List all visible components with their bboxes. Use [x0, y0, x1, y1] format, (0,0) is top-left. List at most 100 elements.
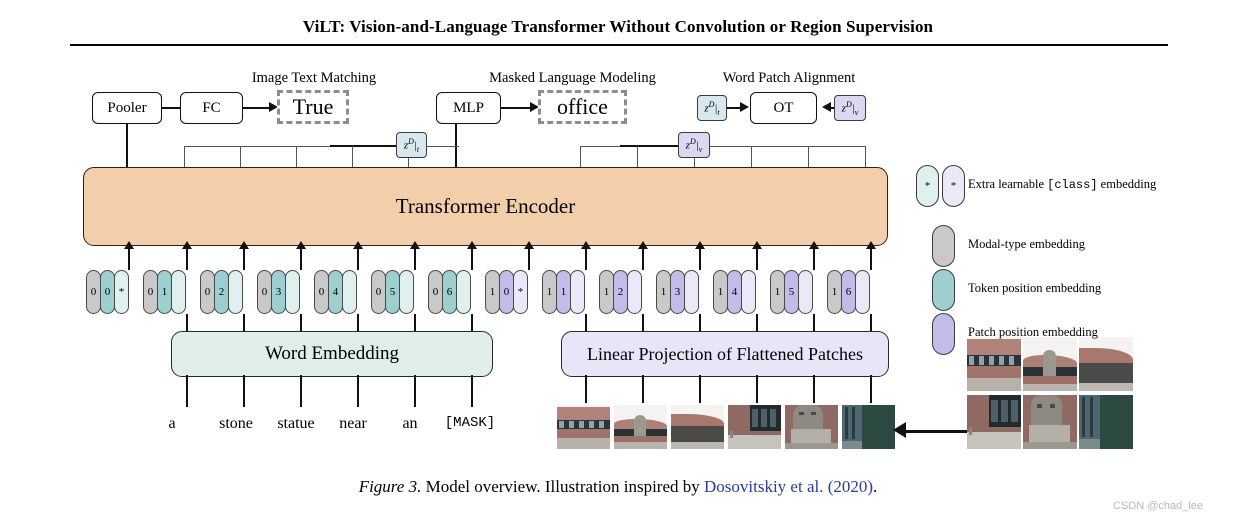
lp-down-line-5 [813, 375, 816, 403]
word-embedding-label: Word Embedding [264, 343, 400, 364]
enc-in-line-9 [642, 248, 645, 270]
wpa-text-chip-sup: D [708, 99, 715, 109]
linear-projection-box[interactable]: Linear Projection of Flattened Patches [561, 331, 889, 377]
wpa-visual-chip-sup: D [845, 99, 852, 109]
class-embedding-pill-patch-1 [570, 270, 585, 314]
class-embedding-pill-patch-3 [684, 270, 699, 314]
transformer-encoder-box[interactable]: Transformer Encoder [83, 167, 888, 246]
modal-type-pill-text-4: 0 [314, 270, 329, 314]
modal-type-pill-text-0: 0 [86, 270, 101, 314]
mlp-box[interactable]: MLP [436, 92, 501, 124]
linear-projection-label: Linear Projection of Flattened Patches [587, 343, 863, 364]
lp-down-line-3 [699, 375, 702, 403]
input-word-5: [MASK] [444, 415, 496, 431]
patch-token-group-5: 15 [770, 270, 813, 314]
lp-down-line-1 [585, 375, 588, 403]
modal-type-pill-text-5: 0 [371, 270, 386, 314]
token-position-pill-2: 2 [214, 270, 229, 314]
text-output-chip: zD|t [396, 132, 427, 158]
source-cell-6 [1079, 395, 1133, 449]
fc-box[interactable]: FC [180, 92, 243, 124]
legend: * * Extra learnable [class] embedding Modal… [908, 165, 1234, 355]
ot-box[interactable]: OT [750, 92, 817, 124]
enc-in-line-12 [813, 248, 816, 270]
transformer-encoder-label: Transformer Encoder [395, 194, 576, 218]
wpa-right-arrowhead [822, 102, 831, 112]
class-embedding-pill-patch-4 [741, 270, 756, 314]
wpa-visual-chip: zD|v [834, 95, 866, 121]
class-embedding-pill-text-5 [399, 270, 414, 314]
class-embedding-pill-patch-0: * [513, 270, 528, 314]
visual-out-tick-5 [865, 146, 867, 169]
head-label-masked-language-modeling: Masked Language Modeling [489, 70, 656, 86]
we-down-line-2 [243, 375, 246, 407]
token-position-pill-1: 1 [157, 270, 172, 314]
lp-down-line-4 [756, 375, 759, 403]
enc-in-arrow-10 [695, 241, 705, 249]
text-token-group-0: 0 0 * [86, 270, 129, 314]
enc-in-arrow-8 [581, 241, 591, 249]
itm-output-true: True [277, 90, 349, 124]
we-up-line-6 [471, 314, 474, 332]
text-output-chip-sub: t [416, 144, 420, 154]
word-embedding-box[interactable]: Word Embedding [171, 331, 493, 377]
enc-in-line-6 [471, 248, 474, 270]
caption-figure-number: Figure 3. [358, 477, 422, 496]
pooler-box[interactable]: Pooler [92, 92, 162, 124]
patch-token-group-6: 16 [827, 270, 870, 314]
we-up-line-5 [414, 314, 417, 332]
text-out-tick-3 [352, 146, 354, 169]
we-down-line-1 [186, 375, 189, 407]
text-out-tick-2 [296, 146, 298, 169]
text-output-chip-sup: D [408, 136, 414, 146]
source-cell-4 [967, 395, 1021, 449]
class-embedding-pill-text-1 [171, 270, 186, 314]
text-out-tick-1 [240, 146, 242, 169]
enc-in-arrow-13 [866, 241, 876, 249]
caption-period: . [873, 477, 878, 496]
class-embedding-pill-patch-6 [855, 270, 870, 314]
enc-in-line-11 [756, 248, 759, 270]
lp-up-line-1 [585, 314, 588, 332]
patch-thumb-6 [842, 405, 895, 449]
we-up-line-3 [300, 314, 303, 332]
watermark: CSDN @chad_lee [1113, 500, 1204, 512]
source-image-grid [967, 337, 1134, 449]
figure-caption: Figure 3. Model overview. Illustration i… [0, 477, 1236, 497]
text-token-group-1: 01 [143, 270, 186, 314]
lp-up-line-5 [813, 314, 816, 332]
mlp-to-office-line [501, 107, 530, 110]
enc-in-line-0 [128, 248, 131, 270]
enc-in-line-8 [585, 248, 588, 270]
enc-in-arrow-6 [467, 241, 477, 249]
patch-position-pill-2: 2 [613, 270, 628, 314]
we-up-line-2 [243, 314, 246, 332]
token-position-pill-5: 5 [385, 270, 400, 314]
text-token-group-6: 06 [428, 270, 471, 314]
enc-in-arrow-12 [809, 241, 819, 249]
legend-row-0: * * Extra learnable [class] embedding [908, 165, 1234, 211]
enc-in-arrow-1 [182, 241, 192, 249]
enc-in-line-5 [414, 248, 417, 270]
legend-pill-0-1: * [942, 165, 965, 207]
patch-thumb-1 [557, 405, 610, 449]
we-up-line-1 [186, 314, 189, 332]
modal-type-pill-text-6: 0 [428, 270, 443, 314]
patch-token-group-2: 12 [599, 270, 642, 314]
enc-in-line-3 [300, 248, 303, 270]
text-token-group-2: 02 [200, 270, 243, 314]
fc-to-true-line [243, 107, 269, 110]
text-out-tick-0 [184, 146, 186, 169]
patch-position-pill-1: 1 [556, 270, 571, 314]
modal-type-pill-patch-3: 1 [656, 270, 671, 314]
patch-position-pill-6: 6 [841, 270, 856, 314]
caption-citation-link[interactable]: Dosovitskiy et al. (2020) [704, 477, 873, 496]
lp-up-line-4 [756, 314, 759, 332]
head-label-image-text-matching: Image Text Matching [251, 70, 377, 86]
legend-row-3: Patch position embedding [908, 313, 1234, 355]
visual-out-tick-3 [751, 146, 753, 169]
enc-in-arrow-3 [296, 241, 306, 249]
patch-position-pill-0: 0 [499, 270, 514, 314]
page-title: ViLT: Vision-and-Language Transformer Wi… [302, 17, 934, 36]
visual-output-chip-sup: D [689, 136, 696, 146]
